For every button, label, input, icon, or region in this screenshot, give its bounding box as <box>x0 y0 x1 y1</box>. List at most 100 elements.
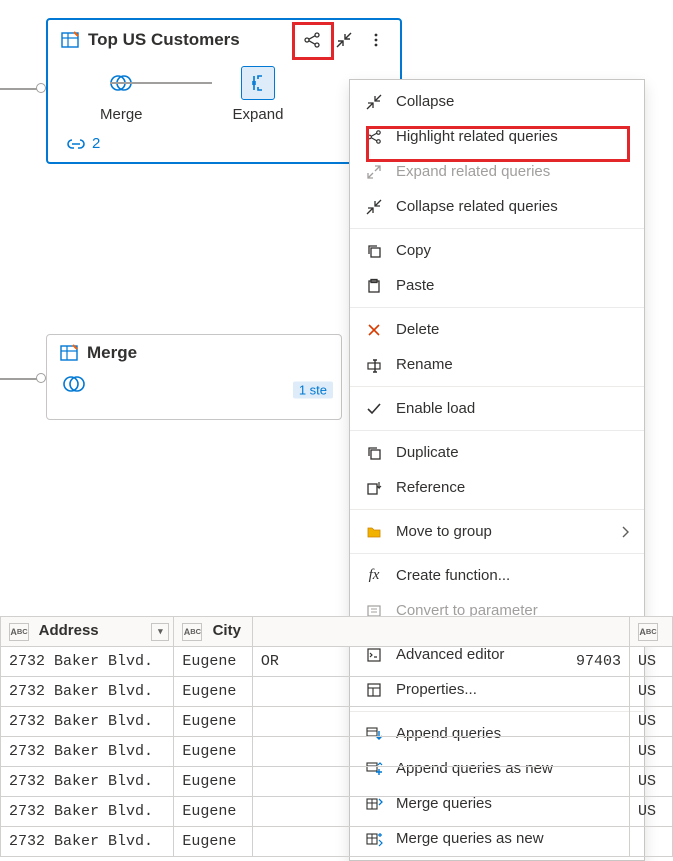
highlight-box-header-icon <box>292 22 334 60</box>
table-row[interactable]: 2732 Baker Blvd.Eugene US <box>1 797 673 827</box>
cell-city: Eugene <box>174 827 253 857</box>
cell-hidden <box>252 677 629 707</box>
menu-label: Duplicate <box>396 444 459 461</box>
cell-city: Eugene <box>174 767 253 797</box>
column-header-hidden[interactable] <box>252 617 629 647</box>
linked-count: 2 <box>92 135 100 152</box>
cell-hidden <box>252 797 629 827</box>
menu-copy[interactable]: Copy <box>350 233 644 268</box>
menu-enable-load[interactable]: Enable load <box>350 391 644 426</box>
menu-label: Copy <box>396 242 431 259</box>
menu-label: Collapse related queries <box>396 198 558 215</box>
menu-collapse[interactable]: Collapse <box>350 84 644 119</box>
type-text-icon: ABC <box>182 623 202 641</box>
cell-hidden <box>252 737 629 767</box>
node-title: Top US Customers <box>88 30 292 50</box>
collapse-icon[interactable] <box>332 28 356 52</box>
menu-move-to-group[interactable]: Move to group <box>350 514 644 549</box>
cell-country: US <box>629 647 672 677</box>
type-text-icon: ABC <box>9 623 29 641</box>
table-icon <box>59 343 79 363</box>
collapse-icon <box>364 92 384 112</box>
highlight-box-menu-item <box>366 126 630 162</box>
menu-label: Delete <box>396 321 439 338</box>
cell-address: 2732 Baker Blvd. <box>1 707 174 737</box>
menu-label: Collapse <box>396 93 454 110</box>
column-header-address[interactable]: ABC Address ▾ <box>1 617 174 647</box>
column-label: Address <box>39 622 99 639</box>
cell-country: US <box>629 737 672 767</box>
step-label: Expand <box>233 106 284 123</box>
menu-duplicate[interactable]: Duplicate <box>350 435 644 470</box>
cell-address: 2732 Baker Blvd. <box>1 737 174 767</box>
cell-city: Eugene <box>174 677 253 707</box>
cell-address: 2732 Baker Blvd. <box>1 797 174 827</box>
query-node-merge[interactable]: Merge 1 ste <box>46 334 342 420</box>
menu-label: Reference <box>396 479 465 496</box>
node-title: Merge <box>87 343 329 363</box>
cell-address: 2732 Baker Blvd. <box>1 677 174 707</box>
cell-hidden <box>252 707 629 737</box>
table-row[interactable]: 2732 Baker Blvd.Eugene US <box>1 707 673 737</box>
link-icon <box>66 137 86 151</box>
menu-paste[interactable]: Paste <box>350 268 644 303</box>
step-label: Merge <box>100 106 143 123</box>
table-icon <box>60 30 80 50</box>
menu-label: Paste <box>396 277 434 294</box>
step-expand[interactable]: Expand <box>233 66 284 123</box>
duplicate-icon <box>364 443 384 463</box>
cell-country: US <box>629 707 672 737</box>
cell-country: US <box>629 677 672 707</box>
more-icon[interactable] <box>364 28 388 52</box>
column-label: City <box>213 622 241 639</box>
data-table: ABC Address ▾ ABC City ABC 2732 Baker Bl… <box>0 616 673 859</box>
delete-icon <box>364 320 384 340</box>
menu-collapse-related[interactable]: Collapse related queries <box>350 189 644 224</box>
menu-delete[interactable]: Delete <box>350 312 644 347</box>
menu-label: Create function... <box>396 567 510 584</box>
table-row[interactable]: 2732 Baker Blvd.Eugene US <box>1 737 673 767</box>
paste-icon <box>364 276 384 296</box>
cell-city: Eugene <box>174 797 253 827</box>
menu-label: Enable load <box>396 400 475 417</box>
fx-icon: fx <box>364 566 384 586</box>
copy-icon <box>364 241 384 261</box>
cell-address: 2732 Baker Blvd. <box>1 647 174 677</box>
column-header-country[interactable]: ABC <box>629 617 672 647</box>
menu-rename[interactable]: Rename <box>350 347 644 382</box>
menu-label: Expand related queries <box>396 163 550 180</box>
check-icon <box>364 399 384 419</box>
table-row[interactable]: 2732 Baker Blvd.Eugene US <box>1 677 673 707</box>
reference-icon <box>364 478 384 498</box>
type-text-icon: ABC <box>638 623 658 641</box>
cell-city: Eugene <box>174 737 253 767</box>
steps-badge: 1 ste <box>293 381 333 398</box>
cell-city: Eugene <box>174 647 253 677</box>
cell-country: US <box>629 797 672 827</box>
table-row[interactable]: 2732 Baker Blvd.Eugene US <box>1 767 673 797</box>
table-row[interactable]: 2732 Baker Blvd.Eugene <box>1 827 673 857</box>
cell-address: 2732 Baker Blvd. <box>1 827 174 857</box>
cell-hidden <box>252 827 629 857</box>
cell-country <box>629 827 672 857</box>
cell-hidden <box>252 767 629 797</box>
merge-step-icon <box>61 373 87 395</box>
collapse-icon <box>364 197 384 217</box>
table-row[interactable]: 2732 Baker Blvd.EugeneOR 97403US <box>1 647 673 677</box>
folder-icon <box>364 522 384 542</box>
rename-icon <box>364 355 384 375</box>
expand-step-icon <box>241 66 275 100</box>
cell-address: 2732 Baker Blvd. <box>1 767 174 797</box>
chevron-down-icon[interactable]: ▾ <box>151 623 169 641</box>
menu-reference[interactable]: Reference <box>350 470 644 505</box>
menu-label: Rename <box>396 356 453 373</box>
cell-country: US <box>629 767 672 797</box>
column-header-city[interactable]: ABC City <box>174 617 253 647</box>
step-merge[interactable]: Merge <box>100 66 143 123</box>
menu-label: Move to group <box>396 523 492 540</box>
expand-icon <box>364 162 384 182</box>
menu-create-function[interactable]: fx Create function... <box>350 558 644 593</box>
cell-city: Eugene <box>174 707 253 737</box>
cell-hidden: OR 97403 <box>252 647 629 677</box>
chevron-right-icon <box>620 526 630 538</box>
